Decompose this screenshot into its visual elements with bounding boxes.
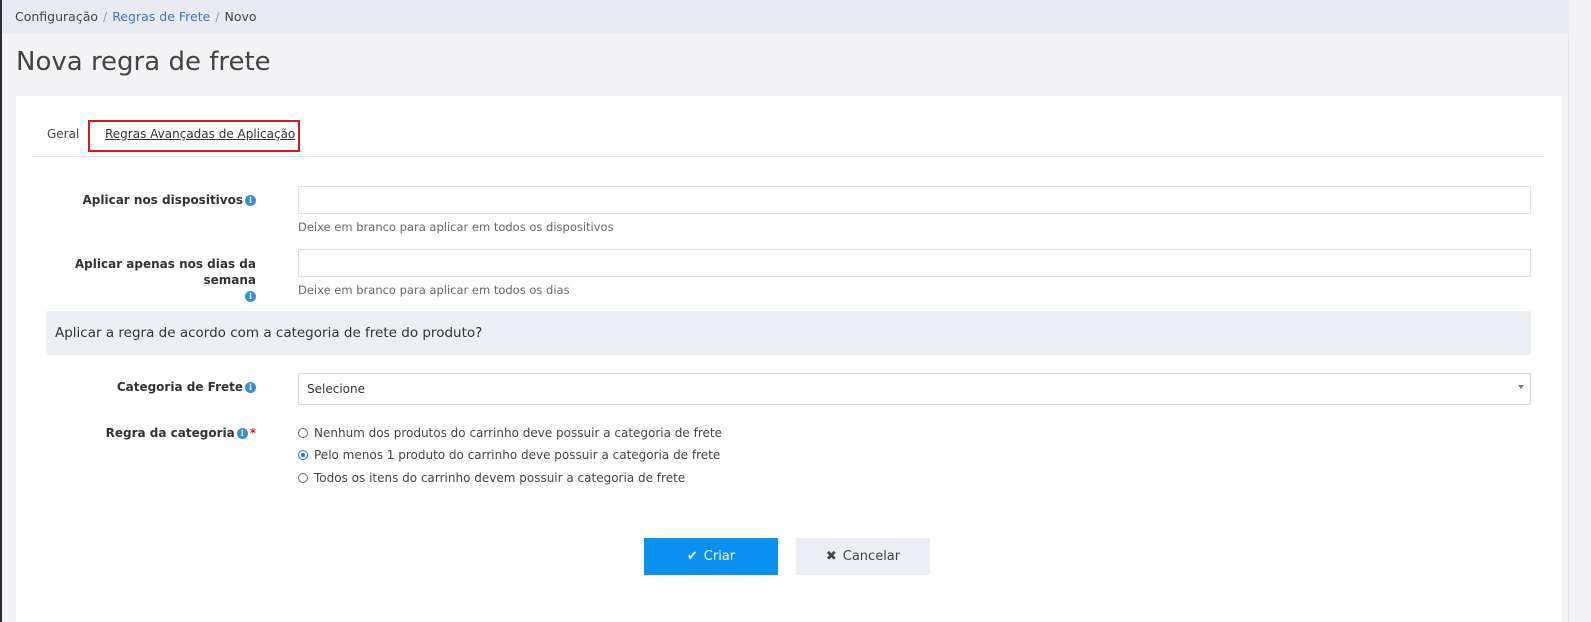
category-label: Categoria de Frete i xyxy=(30,380,256,394)
breadcrumb-parent-link[interactable]: Regras de Frete xyxy=(112,9,210,24)
radio-option-none[interactable]: Nenhum dos produtos do carrinho deve pos… xyxy=(298,426,722,440)
create-button[interactable]: ✔ Criar xyxy=(644,538,778,575)
tab-geral[interactable]: Geral xyxy=(47,127,79,141)
category-select-value: Selecione xyxy=(307,382,365,396)
check-icon: ✔ xyxy=(686,549,698,564)
cancel-button-label: Cancelar xyxy=(842,549,901,564)
radio-label: Nenhum dos produtos do carrinho deve pos… xyxy=(314,426,722,440)
radio-option-at-least-one[interactable]: Pelo menos 1 produto do carrinho deve po… xyxy=(298,448,720,462)
category-rule-label-text: Regra da categoria xyxy=(105,426,235,440)
window-edge-left xyxy=(0,0,2,622)
category-section-header: Aplicar a regra de acordo com a categori… xyxy=(46,311,1531,355)
weekdays-input[interactable] xyxy=(298,249,1531,277)
devices-help-text: Deixe em branco para aplicar em todos os… xyxy=(298,220,614,234)
category-rule-label: Regra da categoria i * xyxy=(30,426,256,440)
radio-button[interactable] xyxy=(298,473,308,483)
info-icon[interactable]: i xyxy=(245,195,256,206)
create-button-label: Criar xyxy=(703,549,736,564)
radio-label: Pelo menos 1 produto do carrinho deve po… xyxy=(314,448,721,462)
weekdays-help-text: Deixe em branco para aplicar em todos os… xyxy=(298,283,570,297)
tab-highlight-box xyxy=(88,120,300,152)
form-card: Geral Regras Avançadas de Aplicação Apli… xyxy=(16,96,1562,622)
breadcrumb: Configuração / Regras de Frete / Novo xyxy=(2,0,1569,34)
weekdays-label-text: Aplicar apenas nos dias da semana xyxy=(74,257,256,287)
breadcrumb-current: Novo xyxy=(224,9,257,24)
info-icon[interactable]: i xyxy=(245,291,256,302)
radio-button-checked[interactable] xyxy=(298,450,308,460)
radio-button[interactable] xyxy=(298,428,308,438)
radio-option-all[interactable]: Todos os itens do carrinho devem possuir… xyxy=(298,471,685,485)
devices-label: Aplicar nos dispositivos i xyxy=(30,193,256,207)
breadcrumb-separator: / xyxy=(215,9,220,24)
devices-label-text: Aplicar nos dispositivos xyxy=(82,193,243,207)
page-title: Nova regra de frete xyxy=(16,47,271,77)
cancel-button[interactable]: ✖ Cancelar xyxy=(796,538,930,575)
info-icon[interactable]: i xyxy=(236,428,248,439)
close-icon: ✖ xyxy=(825,549,837,564)
radio-label: Todos os itens do carrinho devem possuir… xyxy=(314,471,686,485)
category-label-text: Categoria de Frete xyxy=(116,380,243,394)
window-edge-right xyxy=(1568,0,1591,622)
required-mark: * xyxy=(249,426,256,440)
caret-down-icon xyxy=(1518,385,1524,389)
info-icon[interactable]: i xyxy=(245,382,256,393)
breadcrumb-root[interactable]: Configuração xyxy=(15,9,98,24)
category-select[interactable]: Selecione xyxy=(298,373,1531,405)
weekdays-label: Aplicar apenas nos dias da semana i xyxy=(30,256,256,304)
breadcrumb-separator: / xyxy=(103,9,108,24)
devices-input[interactable] xyxy=(298,186,1531,214)
